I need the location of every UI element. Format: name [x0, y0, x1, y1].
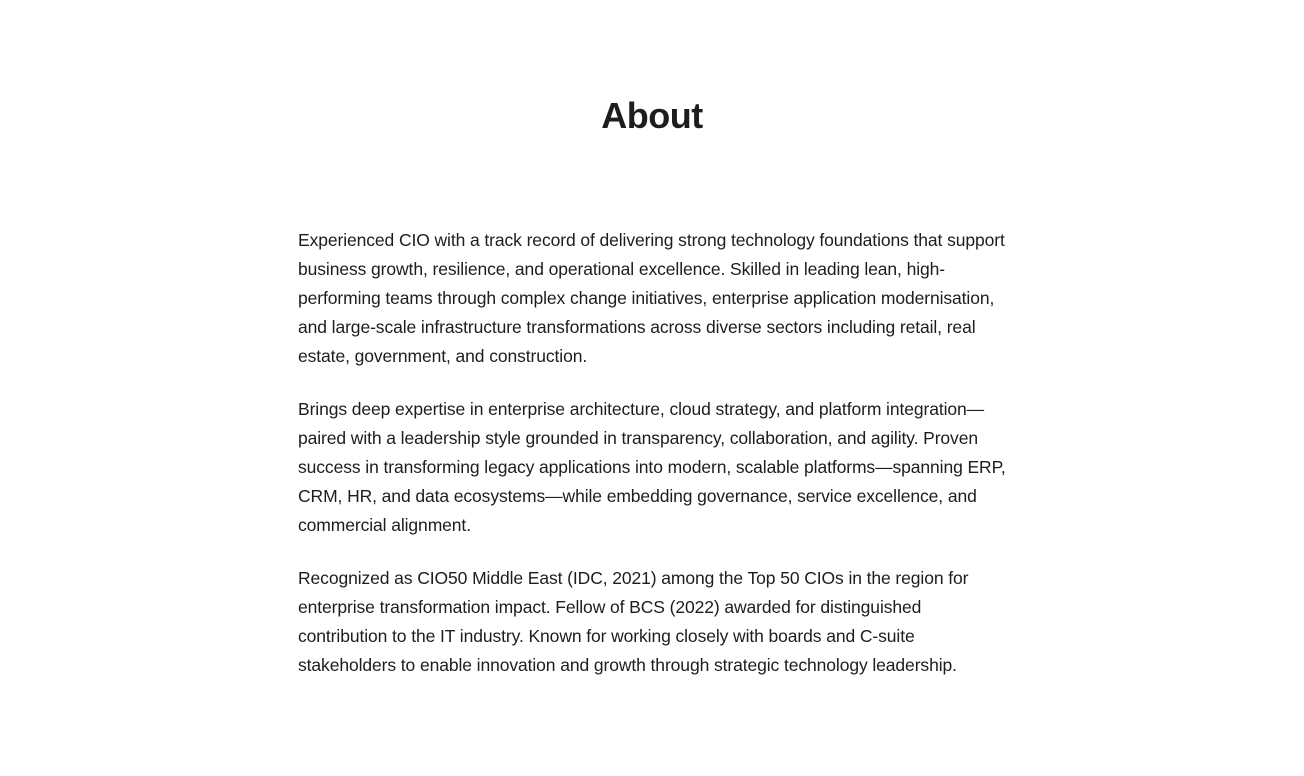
about-paragraph-3: Recognized as CIO50 Middle East (IDC, 20…: [298, 568, 969, 675]
about-content: Experienced CIO with a track record of d…: [298, 226, 1010, 704]
page-title: About: [601, 95, 703, 136]
about-page: About Experienced CIO with a track recor…: [0, 0, 1304, 776]
about-paragraph-1: Experienced CIO with a track record of d…: [298, 230, 1005, 366]
about-paragraph-2: Brings deep expertise in enterprise arch…: [298, 399, 1006, 535]
